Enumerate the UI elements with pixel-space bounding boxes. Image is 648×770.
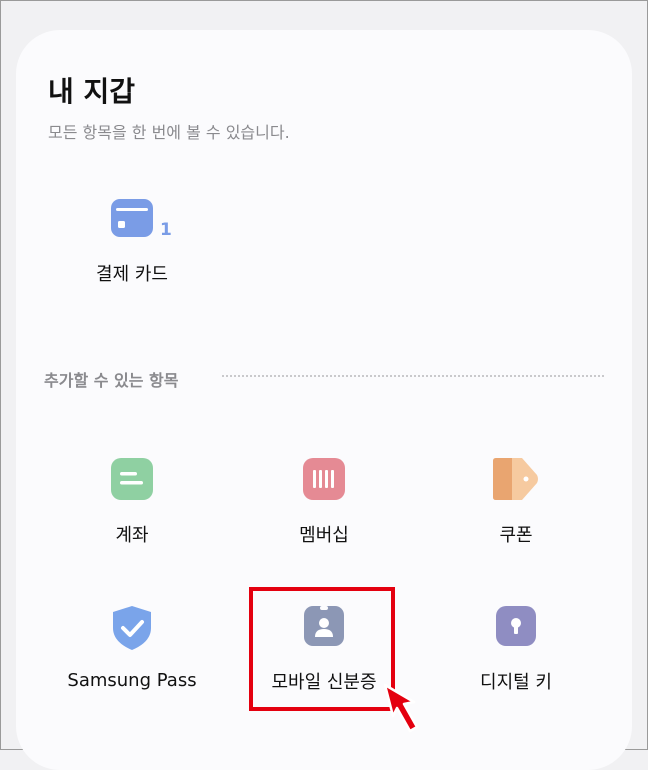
- card-icon: [111, 199, 153, 237]
- account-label: 계좌: [115, 525, 149, 546]
- coupon-label: 쿠폰: [499, 525, 533, 546]
- membership-icon: [303, 458, 345, 500]
- digital-key-tile[interactable]: 디지털 키: [456, 604, 576, 694]
- payment-card-tile[interactable]: 결제 카드: [80, 196, 184, 286]
- coupon-icon: [493, 458, 538, 500]
- account-tile[interactable]: 계좌: [72, 457, 192, 547]
- account-icon: [111, 458, 153, 500]
- digital-key-label: 디지털 키: [480, 672, 552, 693]
- samsung-pass-label: Samsung Pass: [67, 670, 197, 691]
- page-title: 내 지갑: [48, 75, 136, 108]
- coupon-tile[interactable]: 쿠폰: [456, 457, 576, 547]
- payment-card-label: 결제 카드: [96, 264, 168, 285]
- digital-key-icon: [496, 606, 536, 646]
- page-subtitle: 모든 항목을 한 번에 볼 수 있습니다.: [48, 123, 290, 142]
- section-divider: [222, 375, 604, 377]
- samsung-pass-tile[interactable]: Samsung Pass: [52, 604, 212, 691]
- shield-check-icon: [113, 606, 151, 650]
- mobile-id-highlight-box: [249, 587, 395, 711]
- membership-label: 멤버십: [299, 525, 349, 546]
- payment-card-count: 1: [160, 220, 172, 240]
- red-arrow-cursor-icon: [383, 683, 419, 733]
- section-title: 추가할 수 있는 항목: [44, 371, 179, 390]
- membership-tile[interactable]: 멤버십: [264, 457, 384, 547]
